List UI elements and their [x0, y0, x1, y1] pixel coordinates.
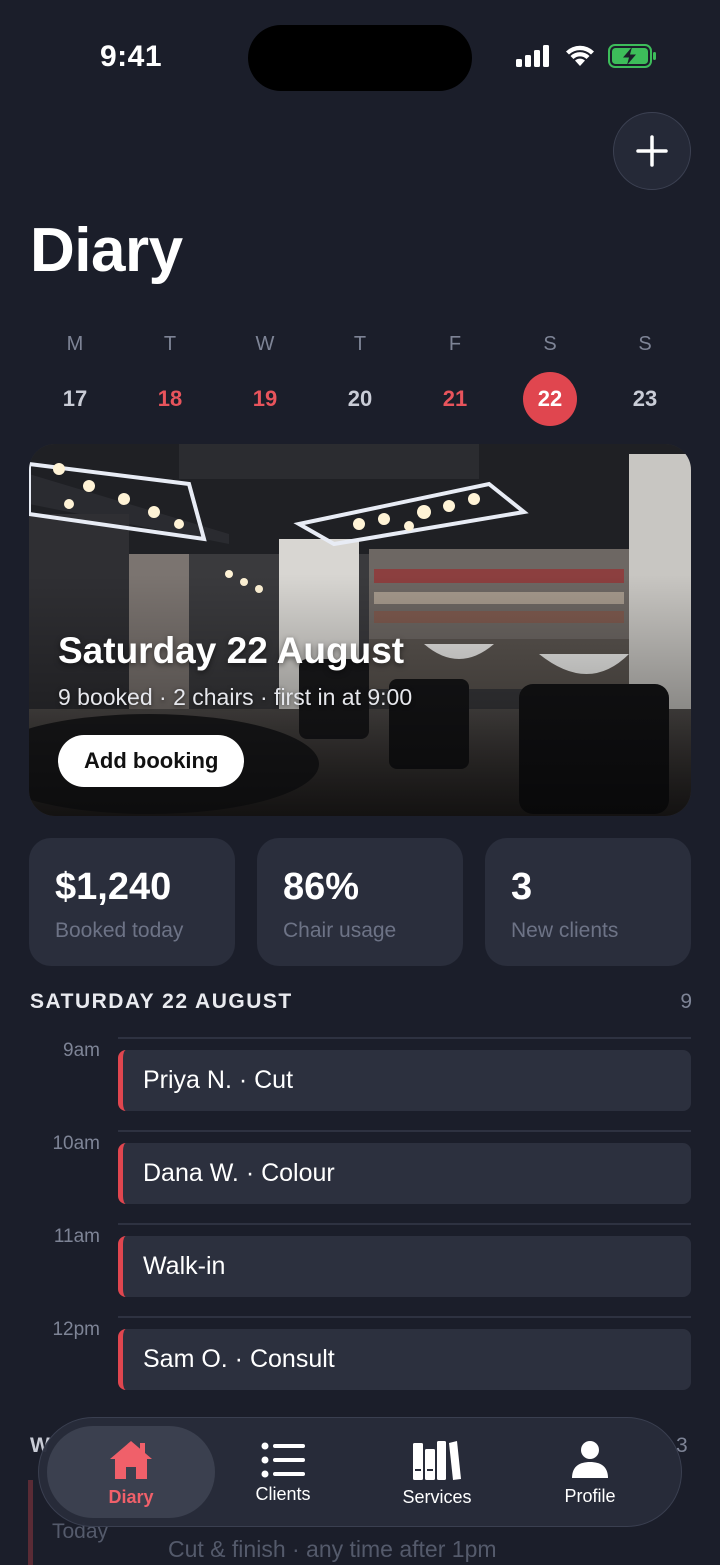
stat-value: $1,240: [55, 866, 172, 908]
status-time: 9:41: [100, 40, 163, 73]
stat-value: 86%: [283, 866, 360, 908]
stat-label: New clients: [511, 919, 619, 942]
tab-clients[interactable]: Clients: [207, 1418, 359, 1528]
status-bar: 9:41: [0, 0, 720, 110]
day-letter: W: [255, 333, 275, 355]
slot-time: 10am: [52, 1133, 100, 1154]
day-number: 18: [157, 386, 183, 411]
appointment-card[interactable]: Priya N. · Cut: [118, 1050, 691, 1111]
day-tuesday[interactable]: T 18: [123, 330, 217, 426]
stats-row: $1,240 Booked today 86% Chair usage 3 Ne…: [29, 838, 691, 966]
day-letter: T: [353, 333, 367, 355]
day-thursday[interactable]: T 20: [313, 330, 407, 426]
tab-label: Profile: [564, 1485, 616, 1506]
tab-label: Clients: [255, 1483, 311, 1504]
house-icon: [110, 1440, 152, 1479]
books-icon: [413, 1440, 461, 1480]
day-number: 17: [62, 386, 88, 411]
day-number: 21: [442, 386, 468, 411]
appointment-card[interactable]: Dana W. · Colour: [118, 1143, 691, 1204]
list-icon: [261, 1442, 305, 1477]
day-number-selected: 22: [523, 372, 577, 426]
stat-label: Booked today: [55, 919, 184, 942]
wifi-icon: [566, 45, 594, 66]
slot-time: 11am: [53, 1226, 100, 1247]
stat-label: Chair usage: [283, 919, 397, 942]
slot-divider: [118, 1037, 691, 1039]
hero-subtitle: 9 booked · 2 chairs · first in at 9:00: [58, 684, 413, 710]
day-number: 20: [347, 386, 373, 411]
stat-card-chair-usage[interactable]: 86% Chair usage: [257, 838, 463, 966]
status-icons: [516, 44, 658, 68]
day-letter: S: [543, 333, 557, 355]
tab-diary[interactable]: Diary: [47, 1418, 215, 1528]
week-strip: M 17 T 18 W 19 T 20 F 21 S 22 S 23: [28, 330, 692, 426]
row-accent: [28, 1480, 33, 1565]
tab-label: Diary: [108, 1486, 154, 1507]
add-button[interactable]: [613, 112, 691, 190]
day-letter: T: [163, 333, 177, 355]
day-monday[interactable]: M 17: [28, 330, 122, 426]
signal-icon: [516, 45, 549, 67]
appointment-card[interactable]: Walk-in: [118, 1236, 691, 1297]
tab-profile[interactable]: Profile: [515, 1418, 665, 1528]
day-sunday[interactable]: S 23: [598, 330, 692, 426]
add-booking-button[interactable]: Add booking: [58, 735, 245, 787]
hero-title: Saturday 22 August: [58, 630, 405, 671]
stat-value: 3: [511, 866, 533, 908]
day-letter: M: [66, 333, 84, 355]
day-friday[interactable]: F 21: [408, 330, 502, 426]
day-wednesday[interactable]: W 19: [218, 330, 312, 426]
day-letter: S: [638, 333, 652, 355]
day-letter: F: [448, 333, 462, 355]
stat-card-new-clients[interactable]: 3 New clients: [485, 838, 691, 966]
slot-divider: [118, 1223, 691, 1225]
page-title: Diary: [30, 216, 183, 285]
tab-services[interactable]: Services: [361, 1418, 513, 1528]
plus-icon: [636, 135, 668, 167]
slot-divider: [118, 1316, 691, 1318]
battery-charging-icon: [608, 44, 656, 68]
day-number: 23: [632, 386, 658, 411]
day-number: 19: [252, 386, 278, 411]
row-text: Cut & finish · any time after 1pm: [168, 1536, 497, 1562]
dynamic-island: [248, 25, 472, 91]
slot-divider: [118, 1130, 691, 1132]
day-saturday[interactable]: S 22: [503, 330, 597, 426]
tab-label: Services: [402, 1486, 472, 1507]
person-icon: [572, 1440, 608, 1478]
slot-time: 9am: [63, 1040, 100, 1061]
schedule-count: 9: [680, 990, 692, 1013]
schedule-header: SATURDAY 22 AUGUST 9: [30, 990, 692, 1014]
stat-card-booked[interactable]: $1,240 Booked today: [29, 838, 235, 966]
schedule-title: SATURDAY 22 AUGUST: [30, 990, 293, 1013]
appointment-card[interactable]: Sam O. · Consult: [118, 1329, 691, 1390]
tab-bar: Diary Clients Services Profile: [38, 1417, 682, 1527]
slot-time: 12pm: [52, 1319, 100, 1340]
